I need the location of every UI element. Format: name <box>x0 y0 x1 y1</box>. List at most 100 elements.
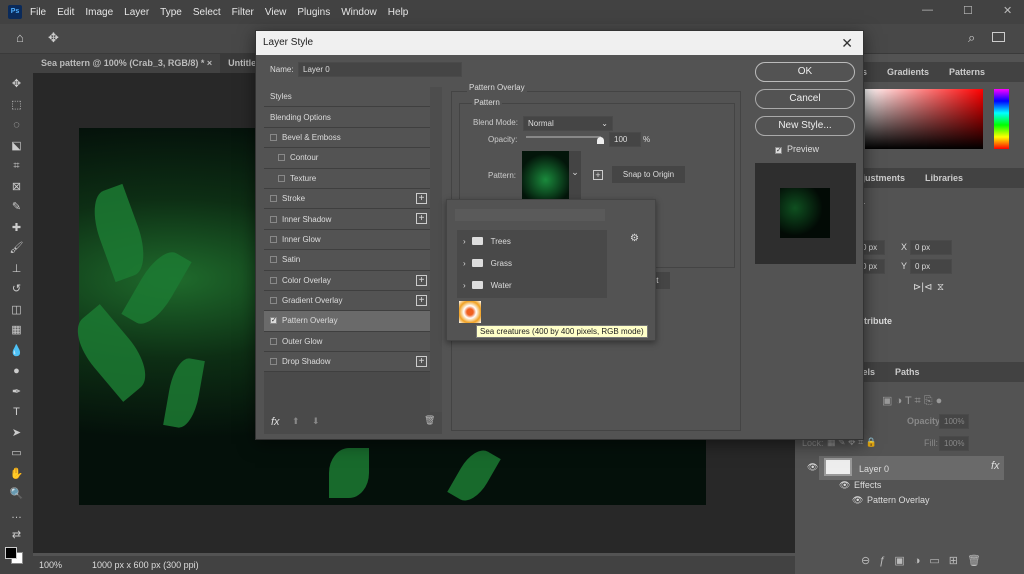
color-swatches[interactable] <box>0 546 33 570</box>
home-icon[interactable]: ⌂ <box>16 30 24 45</box>
folder-trees[interactable]: › Trees <box>457 230 607 252</box>
style-item-gradient-overlay[interactable]: Gradient Overlay + <box>264 290 430 312</box>
opacity-slider-handle[interactable] <box>597 137 604 144</box>
crop-tool-icon[interactable]: ⌗ <box>0 156 33 177</box>
x-field[interactable]: 0 px <box>910 240 952 255</box>
zoom-level[interactable]: 100% <box>39 560 62 570</box>
style-item-stroke[interactable]: Stroke + <box>264 188 430 210</box>
checkbox-icon[interactable] <box>270 297 277 305</box>
flip-vertical-icon[interactable]: ⧖ <box>937 282 944 293</box>
search-icon[interactable]: ⌕ <box>968 30 975 46</box>
flip-horizontal-icon[interactable]: ⊳|⊲ <box>913 282 932 293</box>
menu-filter[interactable]: Filter <box>232 7 254 18</box>
style-item-drop-shadow[interactable]: Drop Shadow + <box>264 352 430 373</box>
layer-filter-icons[interactable]: ▣ ◑ T ⌗ ⎘ ● <box>882 394 942 408</box>
checkbox-icon[interactable] <box>270 235 277 243</box>
tab-libraries[interactable]: Libraries <box>915 173 973 183</box>
menu-file[interactable]: File <box>30 7 46 18</box>
move-tool-icon[interactable]: ✥ <box>0 74 33 95</box>
expand-chevron-icon[interactable]: › <box>463 237 466 246</box>
close-tab-icon[interactable]: × <box>207 58 212 68</box>
lasso-tool-icon[interactable]: ◌ <box>0 115 33 136</box>
color-field[interactable] <box>865 89 983 149</box>
stamp-tool-icon[interactable]: ⊥ <box>0 259 33 280</box>
style-item-contour[interactable]: Contour <box>264 148 430 169</box>
dodge-tool-icon[interactable]: ● <box>0 361 33 382</box>
style-item-blending-options[interactable]: Blending Options <box>264 107 430 128</box>
layer-name[interactable]: Layer 0 <box>859 464 889 474</box>
tab-paths[interactable]: Paths <box>885 367 930 377</box>
name-field[interactable]: Layer 0 <box>298 62 462 77</box>
menu-window[interactable]: Window <box>341 7 377 18</box>
new-preset-icon[interactable]: + <box>593 170 603 180</box>
menu-help[interactable]: Help <box>388 7 409 18</box>
sea-creatures-pattern-thumb[interactable] <box>459 301 481 323</box>
layer-opacity-field[interactable]: 100% <box>939 414 970 429</box>
menu-view[interactable]: View <box>265 7 287 18</box>
pen-tool-icon[interactable]: ✒ <box>0 382 33 403</box>
folder-grass[interactable]: › Grass <box>457 252 607 274</box>
add-instance-plus-icon[interactable]: + <box>416 274 427 286</box>
add-effect-fx-button[interactable]: fx <box>271 416 280 428</box>
style-item-bevel-emboss[interactable]: Bevel & Emboss <box>264 127 430 149</box>
style-item-satin[interactable]: Satin <box>264 250 430 271</box>
brush-tool-icon[interactable]: 🖌 <box>0 238 33 259</box>
add-instance-plus-icon[interactable]: + <box>416 356 427 368</box>
move-tool-icon[interactable]: ✥ <box>48 30 59 46</box>
checkbox-icon[interactable] <box>270 358 277 366</box>
eyedropper-tool-icon[interactable]: ✎ <box>0 197 33 218</box>
checkbox-icon[interactable] <box>270 133 277 141</box>
path-select-icon[interactable]: ➤ <box>0 423 33 444</box>
menu-select[interactable]: Select <box>193 7 221 18</box>
tab-sea-pattern[interactable]: Sea pattern @ 100% (Crab_3, RGB/8) * × <box>33 54 221 73</box>
effects-eye-icon[interactable]: 👁 <box>839 480 850 491</box>
ok-button[interactable]: OK <box>755 62 855 82</box>
fx-icon[interactable]: fx <box>991 460 1000 472</box>
more-tools-icon[interactable]: … <box>0 505 33 526</box>
minimize-icon[interactable]: — <box>922 4 933 16</box>
y-field[interactable]: 0 px <box>910 259 952 274</box>
checkbox-icon[interactable] <box>270 337 277 345</box>
style-item-inner-glow[interactable]: Inner Glow <box>264 229 430 251</box>
style-item-outer-glow[interactable]: Outer Glow <box>264 331 430 353</box>
maximize-icon[interactable]: ☐ <box>963 4 973 17</box>
checkbox-icon[interactable] <box>270 276 277 284</box>
close-dialog-icon[interactable]: ✕ <box>841 31 853 55</box>
frame-tool-icon[interactable]: ⊠ <box>0 177 33 198</box>
visibility-eye-icon[interactable]: 👁 <box>807 462 818 473</box>
hand-tool-icon[interactable]: ✋ <box>0 464 33 485</box>
style-item-texture[interactable]: Texture <box>264 168 430 189</box>
tab-patterns[interactable]: Patterns <box>939 67 995 77</box>
gradient-tool-icon[interactable]: ▦ <box>0 320 33 341</box>
zoom-tool-icon[interactable]: 🔍 <box>0 484 33 505</box>
object-select-tool-icon[interactable]: ⬕ <box>0 136 33 157</box>
blur-tool-icon[interactable]: 💧 <box>0 341 33 362</box>
tab-gradients[interactable]: Gradients <box>877 67 939 77</box>
cancel-button[interactable]: Cancel <box>755 89 855 109</box>
styles-scrollbar[interactable] <box>430 87 442 412</box>
folder-water[interactable]: › Water <box>457 274 607 296</box>
marquee-tool-icon[interactable]: ⬚ <box>0 95 33 116</box>
menu-type[interactable]: Type <box>160 7 182 18</box>
style-item-color-overlay[interactable]: Color Overlay + <box>264 270 430 291</box>
layer-actions-icons[interactable]: ⊖ƒ▣◑▭⊞🗑 <box>861 554 990 567</box>
picker-settings-gear-icon[interactable]: ⚙ <box>630 233 639 244</box>
add-instance-plus-icon[interactable]: + <box>416 294 427 306</box>
layer-row[interactable]: 👁 Layer 0 fx <box>807 456 1004 480</box>
add-instance-plus-icon[interactable]: + <box>416 213 427 225</box>
pattern-overlay-eye-icon[interactable]: 👁 <box>852 495 863 506</box>
checkbox-icon[interactable] <box>278 154 285 162</box>
checkbox-icon[interactable] <box>270 256 277 264</box>
eraser-tool-icon[interactable]: ◫ <box>0 300 33 321</box>
style-item-styles[interactable]: Styles <box>264 87 430 108</box>
new-style-button[interactable]: New Style... <box>755 116 855 136</box>
workspace-icon[interactable] <box>992 32 1005 42</box>
add-instance-plus-icon[interactable]: + <box>416 192 427 204</box>
delete-effect-icon[interactable]: 🗑 <box>424 415 435 426</box>
swap-colors-icon[interactable]: ⇄ <box>0 525 33 546</box>
menu-layer[interactable]: Layer <box>124 7 149 18</box>
expand-chevron-icon[interactable]: › <box>463 281 466 290</box>
menu-edit[interactable]: Edit <box>57 7 74 18</box>
shape-tool-icon[interactable]: ▭ <box>0 443 33 464</box>
checkbox-icon[interactable] <box>278 174 285 182</box>
